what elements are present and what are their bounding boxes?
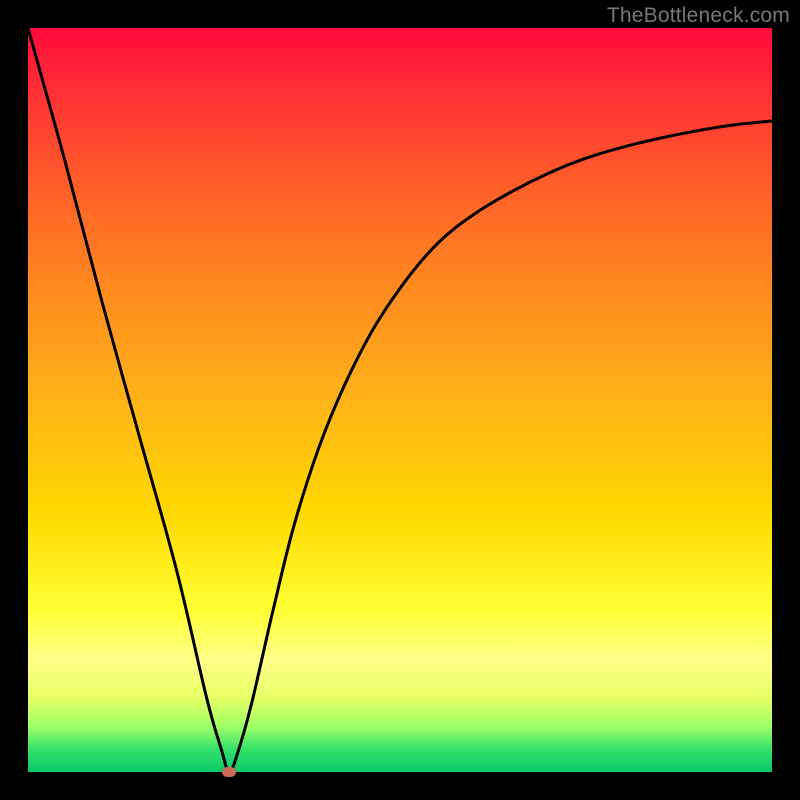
bottleneck-curve-path: [28, 28, 772, 772]
watermark-text: TheBottleneck.com: [607, 4, 790, 28]
plot-area: [28, 28, 772, 772]
minimum-marker: [222, 767, 236, 777]
chart-frame: TheBottleneck.com: [0, 0, 800, 800]
curve-svg: [28, 28, 772, 772]
